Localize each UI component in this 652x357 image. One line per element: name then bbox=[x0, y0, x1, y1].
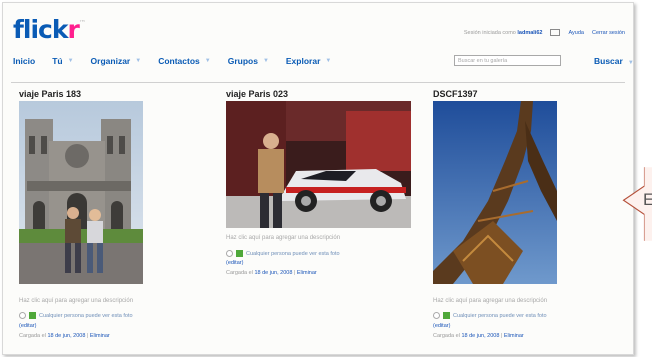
edit-permission-link[interactable]: (editar) bbox=[19, 323, 36, 329]
chevron-down-icon[interactable]: ▼ bbox=[135, 58, 141, 64]
logo-trademark: ™ bbox=[78, 19, 86, 27]
account-bar: Sesión iniciada como ladmali62 Ayuda Cer… bbox=[464, 29, 625, 36]
delete-link[interactable]: Eliminar bbox=[90, 333, 110, 339]
photo-title[interactable]: viaje Paris 023 bbox=[226, 89, 288, 99]
nav-item-tu[interactable]: Tú ▼ bbox=[52, 56, 73, 66]
search-button[interactable]: Buscar ▼ bbox=[594, 56, 633, 66]
main-nav: Inicio Tú ▼ Organizar ▼ Contactos ▼ Grupos ▼… bbox=[13, 56, 348, 66]
permission-text: Cualquier persona puede ver esta foto bbox=[39, 312, 133, 319]
permission-row: Cualquier persona puede ver esta foto bbox=[226, 250, 340, 257]
permission-text: Cualquier persona puede ver esta foto bbox=[246, 250, 340, 257]
edit-permission-link[interactable]: (editar) bbox=[226, 260, 243, 266]
permission-text: Cualquier persona puede ver esta foto bbox=[453, 312, 547, 319]
photo-thumbnail[interactable] bbox=[19, 101, 143, 284]
public-icon bbox=[29, 312, 36, 319]
mail-icon[interactable] bbox=[550, 29, 561, 36]
help-link[interactable]: Ayuda bbox=[568, 30, 584, 36]
public-icon bbox=[236, 250, 243, 257]
public-icon bbox=[443, 312, 450, 319]
logout-link[interactable]: Cerrar sesión bbox=[592, 30, 625, 36]
photo-title[interactable]: DSCF1397 bbox=[433, 89, 478, 99]
photo-thumbnail[interactable] bbox=[226, 101, 411, 228]
upload-info: Cargada el 18 de jun, 2008 | Eliminar bbox=[226, 270, 317, 276]
search-input[interactable]: Buscar en tu galería bbox=[454, 55, 561, 66]
chevron-down-icon[interactable]: ▼ bbox=[68, 58, 74, 64]
signed-in-text: Sesión iniciada como ladmali62 bbox=[463, 29, 543, 36]
nav-item-grupos[interactable]: Grupos ▼ bbox=[228, 56, 269, 66]
header-divider bbox=[11, 82, 625, 83]
logo-accent: r bbox=[67, 15, 79, 44]
logo-text: flick bbox=[13, 15, 68, 44]
info-icon[interactable] bbox=[433, 312, 440, 319]
nav-item-contactos[interactable]: Contactos ▼ bbox=[158, 56, 211, 66]
info-icon[interactable] bbox=[226, 250, 233, 257]
upload-info: Cargada el 18 de jun, 2008 | Eliminar bbox=[19, 333, 110, 339]
chevron-down-icon[interactable]: ▼ bbox=[325, 58, 331, 64]
flickr-logo[interactable]: flickr™ bbox=[13, 17, 86, 42]
description-prompt[interactable]: Haz clic aquí para agregar una descripci… bbox=[226, 235, 340, 241]
description-prompt[interactable]: Haz clic aquí para agregar una descripci… bbox=[433, 298, 547, 304]
nav-item-explorar[interactable]: Explorar ▼ bbox=[286, 56, 331, 66]
upload-date-link[interactable]: 18 de jun, 2008 bbox=[461, 333, 499, 339]
upload-info: Cargada el 18 de jun, 2008 | Eliminar bbox=[433, 333, 524, 339]
photo-title[interactable]: viaje Paris 183 bbox=[19, 89, 81, 99]
photo-thumbnail[interactable] bbox=[433, 101, 557, 284]
chevron-down-icon[interactable]: ▼ bbox=[263, 58, 269, 64]
chevron-down-icon[interactable]: ▼ bbox=[205, 58, 211, 64]
chevron-down-icon[interactable]: ▼ bbox=[628, 60, 633, 66]
info-icon[interactable] bbox=[19, 312, 26, 319]
upload-date-link[interactable]: 18 de jun, 2008 bbox=[254, 270, 292, 276]
nav-item-organizar[interactable]: Organizar ▼ bbox=[91, 56, 142, 66]
username-link[interactable]: ladmali62 bbox=[517, 30, 542, 36]
edit-permission-link[interactable]: (editar) bbox=[433, 323, 450, 329]
nav-item-inicio[interactable]: Inicio bbox=[13, 56, 35, 66]
delete-link[interactable]: Eliminar bbox=[504, 333, 524, 339]
callout-text: E bbox=[643, 190, 652, 209]
upload-date-link[interactable]: 18 de jun, 2008 bbox=[47, 333, 85, 339]
description-prompt[interactable]: Haz clic aquí para agregar una descripci… bbox=[19, 298, 133, 304]
permission-row: Cualquier persona puede ver esta foto bbox=[433, 312, 547, 319]
permission-row: Cualquier persona puede ver esta foto bbox=[19, 312, 133, 319]
flickr-window: flickr™ Sesión iniciada como ladmali62 A… bbox=[2, 2, 634, 355]
delete-link[interactable]: Eliminar bbox=[297, 270, 317, 276]
